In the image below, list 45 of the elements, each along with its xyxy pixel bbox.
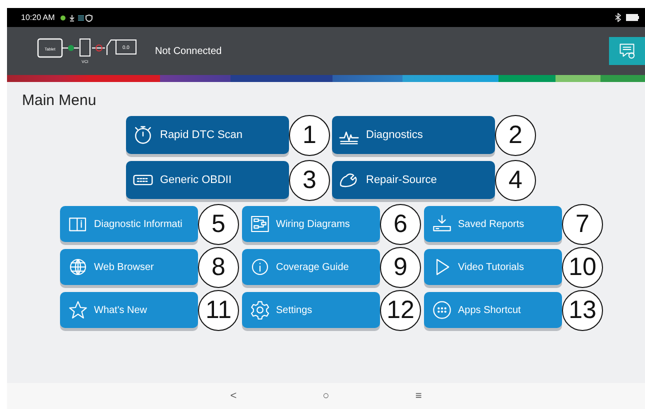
nav-key[interactable]: < (226, 390, 241, 402)
callout-number: 8 (198, 246, 239, 288)
callout-number: 7 (562, 204, 603, 244)
stopwatch-icon (132, 124, 154, 146)
messages-button[interactable] (609, 37, 645, 65)
nav-key[interactable]: ○ (318, 390, 334, 402)
status-time: 10:20 AM (21, 13, 55, 22)
battery-icon (626, 14, 639, 21)
callout-number: 6 (380, 204, 421, 244)
callout-number: 12 (380, 290, 421, 330)
status-icons (60, 14, 94, 22)
callout-number: 4 (495, 160, 536, 200)
menu-button[interactable]: Web Browser (60, 249, 198, 285)
menu-button[interactable]: Diagnostic Informati (60, 206, 198, 242)
menu-button[interactable]: Repair-Source (332, 161, 495, 199)
callout-number: 5 (198, 204, 239, 244)
globe-icon (68, 257, 88, 277)
callout-number: 13 (562, 290, 603, 330)
menu-button[interactable]: Apps Shortcut (424, 292, 562, 328)
star-icon (68, 300, 88, 320)
diagram-icon (250, 214, 270, 234)
menu-button[interactable]: Rapid DTC Scan (126, 116, 289, 154)
page-title: Main Menu (22, 92, 98, 109)
callout-number: 9 (380, 246, 421, 288)
menu-button[interactable]: Saved Reports (424, 206, 562, 242)
info-icon (250, 257, 270, 277)
menu-button[interactable]: Generic OBDII (126, 161, 289, 199)
callout-number: 2 (495, 114, 536, 156)
menu-button[interactable]: What's New (60, 292, 198, 328)
apps-icon (432, 300, 452, 320)
menu-button[interactable]: Video Tutorials (424, 249, 562, 285)
callout-number: 3 (289, 160, 330, 200)
menu-button[interactable]: Diagnostics (332, 116, 495, 154)
menu-button[interactable]: Wiring Diagrams (242, 206, 380, 242)
bluetooth-icon (615, 13, 621, 22)
menu-button[interactable]: Coverage Guide (242, 249, 380, 285)
gear-icon (250, 300, 270, 320)
callout-number: 11 (198, 290, 239, 330)
callout-number: 1 (289, 114, 330, 156)
chat-icon (618, 42, 636, 60)
nav-key[interactable]: ≡ (411, 390, 426, 402)
download-icon (432, 214, 452, 234)
callout-number: 10 (562, 246, 603, 288)
connection-status: Not Connected (155, 46, 222, 56)
menu-button[interactable]: Settings (242, 292, 380, 328)
